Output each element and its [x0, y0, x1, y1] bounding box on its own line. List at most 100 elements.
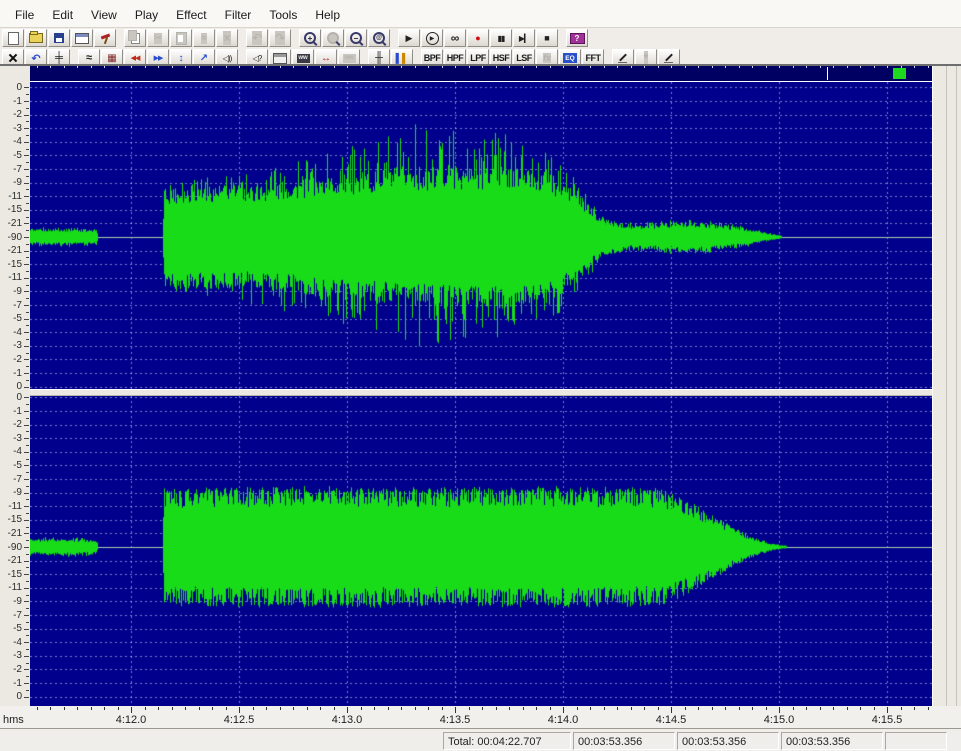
db-label: -1	[13, 367, 22, 379]
time-minor-tick	[604, 707, 605, 710]
overview-position-marker[interactable]	[827, 67, 828, 80]
db-tick	[24, 424, 29, 426]
time-label: 4:13.5	[439, 714, 471, 726]
setup-tool-icon[interactable]	[94, 29, 116, 47]
mix-icon[interactable]: ≈	[193, 29, 215, 47]
menu-file[interactable]: File	[6, 5, 43, 27]
play-icon[interactable]: ▶	[398, 29, 420, 47]
time-minor-tick	[401, 707, 402, 710]
menu-effect[interactable]: Effect	[167, 5, 215, 27]
db-minor-tick	[26, 404, 29, 406]
cut-icon[interactable]: ✂	[147, 29, 169, 47]
db-minor-tick	[26, 189, 29, 191]
overview-tick	[725, 66, 726, 68]
db-tick	[24, 628, 29, 630]
overview-tick	[482, 66, 483, 68]
zoom-in-icon[interactable]: +	[299, 29, 321, 47]
overview-view-region[interactable]	[893, 68, 906, 79]
db-minor-tick	[26, 230, 29, 232]
time-minor-tick	[509, 707, 510, 710]
db-tick	[24, 318, 29, 320]
db-label: -9	[13, 595, 22, 607]
paste-icon[interactable]	[170, 29, 192, 47]
db-tick	[24, 560, 29, 562]
delete-icon[interactable]: ×	[216, 29, 238, 47]
fast-forward-icon[interactable]: ▶▎	[513, 29, 535, 47]
loop-icon[interactable]: ∞	[444, 29, 466, 47]
time-label: 4:12.5	[223, 714, 255, 726]
zoom-out-icon[interactable]: −	[345, 29, 367, 47]
undo-icon[interactable]: ↶	[246, 29, 268, 47]
copy-icon[interactable]	[124, 29, 146, 47]
menu-play[interactable]: Play	[126, 5, 167, 27]
time-minor-tick	[806, 707, 807, 710]
menu-filter[interactable]: Filter	[216, 5, 261, 27]
record-icon[interactable]: ●	[467, 29, 489, 47]
overview-tick	[50, 66, 51, 68]
overview-tick	[711, 66, 713, 68]
db-minor-tick	[26, 431, 29, 433]
db-minor-tick	[26, 594, 29, 596]
db-minor-tick	[26, 553, 29, 555]
overview-tick	[77, 66, 78, 68]
overview-tick	[779, 66, 780, 68]
new-file-icon[interactable]	[2, 29, 24, 47]
db-label: -7	[13, 473, 22, 485]
time-ruler[interactable]: hms 4:12.0 4:12.5 4:13.0 4:13.5 4:14.0 4:14.5…	[0, 706, 961, 728]
save-file-icon[interactable]	[48, 29, 70, 47]
db-label: -90	[7, 231, 22, 243]
status-time-cell	[885, 732, 947, 750]
overview-tick	[36, 66, 38, 68]
db-minor-tick	[26, 366, 29, 368]
overview-tick	[104, 66, 105, 68]
file-properties-icon[interactable]	[71, 29, 93, 47]
menu-edit[interactable]: Edit	[43, 5, 82, 27]
db-minor-tick	[26, 379, 29, 381]
db-label: -2	[13, 663, 22, 675]
time-label: 4:14.5	[655, 714, 687, 726]
time-unit-label: hms	[3, 714, 24, 726]
db-tick	[24, 642, 29, 644]
overview-tick	[360, 66, 362, 68]
right-channel-waveform[interactable]	[30, 396, 932, 706]
menu-view[interactable]: View	[82, 5, 126, 27]
overview-tick	[225, 66, 227, 68]
zoom-all-icon[interactable]: @	[368, 29, 390, 47]
overview-tick	[347, 66, 348, 68]
redo-icon[interactable]: ↷	[269, 29, 291, 47]
time-minor-tick	[212, 707, 213, 710]
overview-tick	[266, 66, 267, 68]
db-label: -11	[8, 500, 22, 512]
db-minor-tick	[26, 581, 29, 582]
help-icon[interactable]: ?	[566, 29, 588, 47]
time-minor-tick	[266, 707, 267, 710]
play-all-icon[interactable]: ▶	[421, 29, 443, 47]
channel-separator[interactable]	[30, 389, 932, 396]
time-minor-tick	[374, 707, 375, 710]
time-minor-tick	[631, 707, 632, 710]
overview-tick	[198, 66, 200, 68]
db-tick	[24, 141, 29, 143]
audio-editor-window: File Edit View Play Effect Filter Tools Help ✂ ≈…	[0, 0, 961, 751]
overview-tick	[131, 66, 132, 68]
db-label: -4	[13, 326, 22, 338]
db-minor-tick	[26, 499, 29, 501]
time-minor-tick	[550, 707, 551, 710]
file-overview-strip[interactable]	[30, 66, 932, 81]
db-tick	[24, 196, 29, 198]
db-label: -1	[13, 95, 22, 107]
open-file-icon[interactable]	[25, 29, 47, 47]
stop-icon[interactable]: ■	[536, 29, 558, 47]
time-minor-tick	[752, 707, 753, 710]
menu-tools[interactable]: Tools	[260, 5, 306, 27]
pause-icon[interactable]: ▮▮	[490, 29, 512, 47]
db-label: 0	[16, 381, 22, 393]
time-minor-tick	[91, 707, 92, 710]
db-label: -15	[7, 568, 22, 580]
menu-help[interactable]: Help	[306, 5, 349, 27]
db-label: -5	[13, 149, 22, 161]
zoom-selection-icon[interactable]	[322, 29, 344, 47]
db-minor-tick	[26, 284, 29, 286]
db-label: -2	[13, 353, 22, 365]
left-channel-waveform[interactable]	[30, 82, 932, 389]
